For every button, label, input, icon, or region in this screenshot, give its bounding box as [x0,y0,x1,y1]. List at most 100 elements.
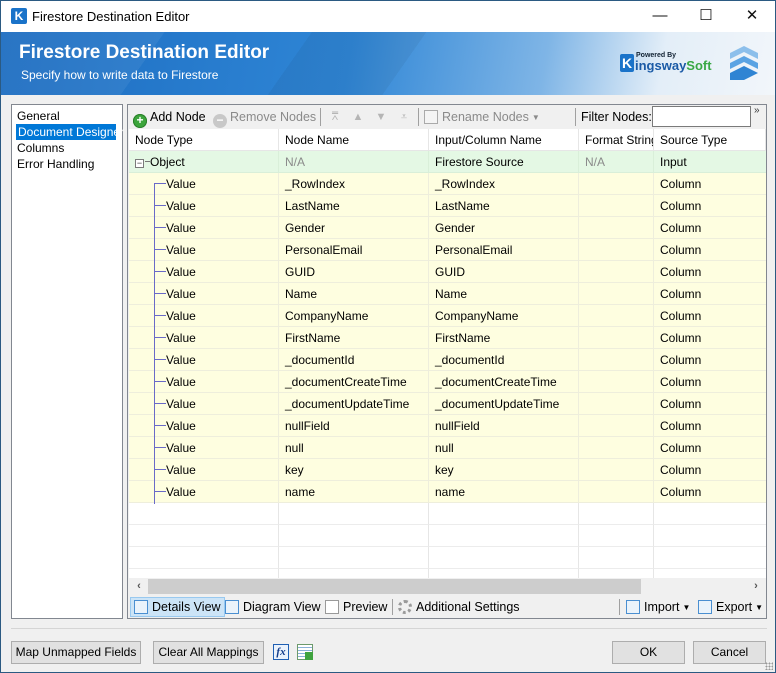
resize-grip-icon[interactable] [765,662,773,670]
node-name-cell[interactable]: _documentUpdateTime [279,393,429,415]
details-view-button[interactable]: Details View [130,597,225,617]
input-column-cell[interactable]: GUID [429,261,579,283]
maximize-button[interactable]: ☐ [683,1,729,31]
close-button[interactable]: ✕ [729,1,775,31]
minimize-button[interactable]: — [637,1,683,31]
format-string-cell[interactable] [579,195,654,217]
format-string-cell[interactable] [579,327,654,349]
table-row[interactable]: Value PersonalEmail PersonalEmail Column [129,239,766,261]
node-name-cell[interactable]: name [279,481,429,503]
scroll-right-icon[interactable]: › [748,578,764,595]
node-name-cell[interactable]: LastName [279,195,429,217]
node-type-cell[interactable]: − Object [129,151,279,173]
input-column-cell[interactable]: FirstName [429,327,579,349]
source-type-cell[interactable]: Column [654,261,766,283]
source-type-cell[interactable]: Column [654,283,766,305]
input-column-cell[interactable]: _documentCreateTime [429,371,579,393]
format-string-cell[interactable] [579,459,654,481]
toolbar-overflow-icon[interactable]: » [754,105,760,116]
table-row[interactable]: Value FirstName FirstName Column [129,327,766,349]
node-type-cell[interactable]: Value [129,349,279,371]
format-string-cell[interactable] [579,305,654,327]
nav-item-columns[interactable]: Columns [12,140,122,156]
node-type-cell[interactable]: Value [129,283,279,305]
table-row[interactable]: Value nullField nullField Column [129,415,766,437]
node-type-cell[interactable]: Value [129,305,279,327]
move-down-icon[interactable]: ▼ [373,111,389,123]
input-column-cell[interactable]: null [429,437,579,459]
format-string-cell[interactable] [579,393,654,415]
source-type-cell[interactable]: Column [654,173,766,195]
table-row[interactable]: Value null null Column [129,437,766,459]
remove-nodes-button[interactable]: − Remove Nodes [213,108,316,128]
source-type-cell[interactable]: Input [654,151,766,173]
format-string-cell[interactable] [579,239,654,261]
source-type-cell[interactable]: Column [654,327,766,349]
node-type-cell[interactable]: Value [129,261,279,283]
horizontal-scrollbar[interactable]: ‹ › [129,578,766,595]
table-row[interactable]: Value name name Column [129,481,766,503]
diagram-view-button[interactable]: Diagram View [222,597,324,617]
node-name-cell[interactable]: N/A [279,151,429,173]
clear-all-mappings-button[interactable]: Clear All Mappings [153,641,264,664]
input-column-cell[interactable]: Gender [429,217,579,239]
cancel-button[interactable]: Cancel [693,641,766,664]
node-type-cell[interactable]: Value [129,437,279,459]
table-row[interactable]: Value GUID GUID Column [129,261,766,283]
node-name-cell[interactable]: _documentCreateTime [279,371,429,393]
column-header-source-type[interactable]: Source Type [654,129,766,151]
column-header-format-string[interactable]: Format String [579,129,654,151]
node-name-cell[interactable]: null [279,437,429,459]
source-type-cell[interactable]: Column [654,481,766,503]
input-column-cell[interactable]: name [429,481,579,503]
table-row-root[interactable]: − Object N/A Firestore Source N/A Input [129,151,766,173]
column-header-node-type[interactable]: Node Type [129,129,279,151]
map-unmapped-fields-button[interactable]: Map Unmapped Fields [11,641,141,664]
node-type-cell[interactable]: Value [129,371,279,393]
table-row[interactable]: Value _documentId _documentId Column [129,349,766,371]
table-row[interactable]: Value Name Name Column [129,283,766,305]
node-type-cell[interactable]: Value [129,481,279,503]
input-column-cell[interactable]: nullField [429,415,579,437]
column-header-input-column-name[interactable]: Input/Column Name [429,129,579,151]
export-button[interactable]: Export ▼ [695,597,766,617]
preview-button[interactable]: Preview [322,597,390,617]
format-string-cell[interactable] [579,481,654,503]
filter-nodes-input[interactable] [652,106,751,127]
node-type-cell[interactable]: Value [129,327,279,349]
input-column-cell[interactable]: LastName [429,195,579,217]
format-string-cell[interactable] [579,173,654,195]
mapping-table-icon[interactable] [297,644,313,660]
input-column-cell[interactable]: _RowIndex [429,173,579,195]
node-type-cell[interactable]: Value [129,217,279,239]
nav-item-error-handling[interactable]: Error Handling [12,156,122,172]
node-type-cell[interactable]: Value [129,415,279,437]
nav-item-general[interactable]: General [12,108,122,124]
ok-button[interactable]: OK [612,641,685,664]
input-column-cell[interactable]: _documentId [429,349,579,371]
move-bottom-icon[interactable]: ⩡ [396,111,412,123]
format-string-cell[interactable] [579,349,654,371]
node-type-cell[interactable]: Value [129,459,279,481]
node-type-cell[interactable]: Value [129,173,279,195]
node-name-cell[interactable]: nullField [279,415,429,437]
source-type-cell[interactable]: Column [654,217,766,239]
source-type-cell[interactable]: Column [654,195,766,217]
nav-item-document-designer[interactable]: Document Designer [16,124,124,140]
table-row[interactable]: Value Gender Gender Column [129,217,766,239]
node-name-cell[interactable]: CompanyName [279,305,429,327]
node-name-cell[interactable]: PersonalEmail [279,239,429,261]
node-name-cell[interactable]: GUID [279,261,429,283]
input-column-cell[interactable]: _documentUpdateTime [429,393,579,415]
format-string-cell[interactable] [579,261,654,283]
format-string-cell[interactable] [579,217,654,239]
collapse-icon[interactable]: − [135,159,144,168]
move-up-icon[interactable]: ▲ [350,111,366,123]
source-type-cell[interactable]: Column [654,305,766,327]
source-type-cell[interactable]: Column [654,415,766,437]
input-column-cell[interactable]: Name [429,283,579,305]
move-top-icon[interactable]: ⩞ [327,111,343,123]
source-type-cell[interactable]: Column [654,239,766,261]
format-string-cell[interactable] [579,437,654,459]
table-row[interactable]: Value _documentUpdateTime _documentUpdateT… [129,393,766,415]
